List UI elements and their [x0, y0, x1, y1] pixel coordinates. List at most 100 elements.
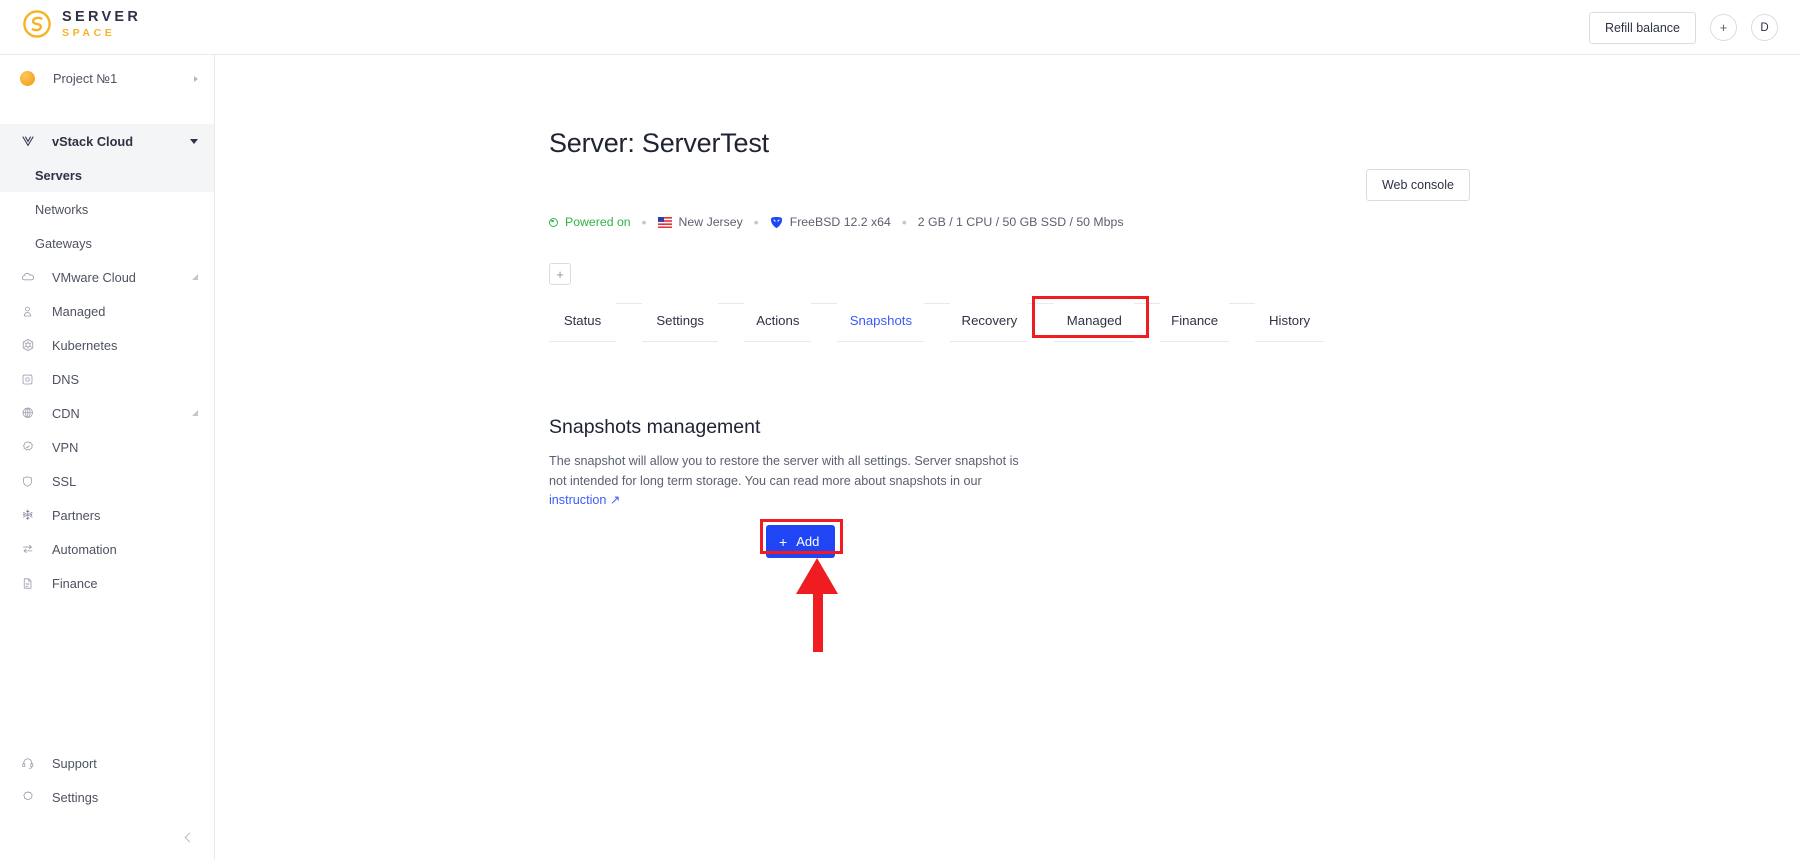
sidebar-item-dns[interactable]: DNS [0, 362, 214, 396]
logo-wordmark-bottom: SPACE [62, 26, 116, 39]
sidebar-item-cdn[interactable]: CDN [0, 396, 214, 430]
sidebar-item-label: VPN [52, 439, 79, 455]
brand-logo[interactable]: SERVER SPACE [22, 9, 141, 39]
tab-gap [811, 303, 838, 304]
sidebar-item-networks[interactable]: Networks [0, 192, 214, 226]
refill-balance-button[interactable]: Refill balance [1588, 11, 1696, 44]
sidebar-item-ssl[interactable]: SSL [0, 464, 214, 498]
arrows-exchange-icon [19, 542, 36, 556]
globe-icon [19, 406, 36, 420]
gear-icon [19, 790, 36, 804]
external-link-arrow-icon: ↗ [609, 493, 621, 508]
tab-gap [924, 303, 951, 304]
sidebar-item-support[interactable]: Support [0, 746, 215, 780]
create-resource-button[interactable]: + [1710, 14, 1737, 41]
user-shield-icon [19, 305, 36, 318]
status-badge: Powered on [549, 215, 631, 229]
dns-square-icon [19, 373, 36, 386]
sidebar-item-label: Servers [35, 167, 82, 183]
tab-gap [718, 303, 745, 304]
sidebar-item-label: Gateways [35, 235, 92, 251]
tab-status[interactable]: Status [549, 303, 617, 342]
sidebar-item-label: Partners [52, 507, 101, 523]
meta-separator: • [753, 214, 759, 230]
project-selector[interactable]: Project №1 [0, 55, 214, 102]
sidebar-group-label: vStack Cloud [52, 133, 134, 149]
shield-icon [19, 475, 36, 488]
sidebar-item-managed[interactable]: Managed [0, 294, 214, 328]
sidebar-collapse-button[interactable] [0, 814, 215, 860]
kubernetes-icon [19, 338, 36, 352]
expand-corner-icon [192, 410, 198, 416]
vpn-badge-icon [19, 440, 36, 454]
avatar[interactable]: D [1751, 14, 1778, 41]
sidebar-item-label: Finance [52, 575, 98, 591]
sidebar-group-vstack-cloud[interactable]: vStack Cloud [0, 124, 214, 158]
sidebar-item-label: Automation [52, 541, 117, 557]
tab-gap [616, 303, 643, 304]
sidebar-item-label: SSL [52, 473, 77, 489]
instruction-link[interactable]: instruction ↗ [549, 493, 620, 507]
sidebar-item-label: VMware Cloud [52, 269, 136, 285]
top-bar: SERVER SPACE Refill balance + D [0, 0, 1800, 55]
vstack-icon [19, 134, 36, 148]
annotation-arrow-up-icon [796, 558, 838, 652]
tab-snapshots[interactable]: Snapshots [837, 303, 925, 342]
plus-icon: + [1719, 20, 1728, 35]
sidebar: Project №1 vStack Cloud Servers Networks… [0, 55, 215, 860]
sidebar-item-finance[interactable]: Finance [0, 566, 214, 600]
tab-gap [1229, 303, 1256, 304]
serverspace-logo-icon [22, 9, 52, 39]
main-content: Server: ServerTest Web console Powered o… [215, 55, 1800, 860]
sidebar-item-partners[interactable]: Partners [0, 498, 214, 532]
snowflake-icon [19, 508, 36, 522]
sidebar-item-kubernetes[interactable]: Kubernetes [0, 328, 214, 362]
sidebar-item-automation[interactable]: Automation [0, 532, 214, 566]
sidebar-item-label: Managed [52, 303, 106, 319]
sidebar-item-vmware-cloud[interactable]: VMware Cloud [0, 260, 214, 294]
sidebar-item-label: Settings [52, 789, 99, 805]
server-meta-row: Powered on • New Jersey • FreeBSD 12.2 x… [549, 215, 1124, 229]
chevron-right-icon [194, 75, 198, 82]
sidebar-footer: Support Settings [0, 746, 215, 860]
sidebar-item-label: Kubernetes [52, 337, 118, 353]
server-tabbar: Status Settings Actions Snapshots Recove… [549, 303, 1324, 343]
tab-actions[interactable]: Actions [744, 303, 812, 342]
sidebar-item-label: DNS [52, 371, 80, 387]
logo-wordmark-top: SERVER [62, 9, 142, 25]
chevron-down-icon [190, 138, 198, 144]
sidebar-item-gateways[interactable]: Gateways [0, 226, 214, 260]
section-description: The snapshot will allow you to restore t… [549, 452, 1027, 511]
server-location: New Jersey [657, 215, 743, 229]
tab-managed[interactable]: Managed [1054, 303, 1135, 342]
status-label: Powered on [565, 215, 631, 229]
expand-corner-icon [192, 274, 198, 280]
chevron-left-icon [184, 832, 195, 842]
cloud-icon [19, 270, 36, 284]
sidebar-item-label: Networks [35, 201, 89, 217]
sidebar-item-vpn[interactable]: VPN [0, 430, 214, 464]
add-snapshot-button[interactable]: + Add [766, 525, 836, 558]
tab-finance[interactable]: Finance [1160, 303, 1230, 342]
us-flag-icon [657, 216, 672, 228]
tab-gap [1134, 303, 1161, 304]
meta-separator: • [901, 214, 907, 230]
add-tag-button[interactable]: + [549, 263, 571, 285]
tab-settings[interactable]: Settings [642, 303, 719, 342]
add-snapshot-label: Add [796, 534, 820, 549]
tab-recovery[interactable]: Recovery [950, 303, 1029, 342]
tab-history[interactable]: History [1255, 303, 1324, 342]
web-console-button[interactable]: Web console [1365, 169, 1470, 201]
freebsd-icon [770, 216, 783, 229]
section-title: Snapshots management [549, 416, 761, 439]
top-bar-actions: Refill balance + D [1588, 0, 1778, 55]
server-os: FreeBSD 12.2 x64 [770, 215, 891, 229]
section-description-text: The snapshot will allow you to restore t… [549, 454, 1019, 488]
sidebar-item-servers[interactable]: Servers [0, 158, 214, 192]
avatar-initial: D [1760, 21, 1769, 34]
tab-gap [1028, 303, 1055, 304]
sidebar-item-settings[interactable]: Settings [0, 780, 215, 814]
location-label: New Jersey [678, 215, 743, 229]
project-dot-icon [20, 71, 35, 86]
